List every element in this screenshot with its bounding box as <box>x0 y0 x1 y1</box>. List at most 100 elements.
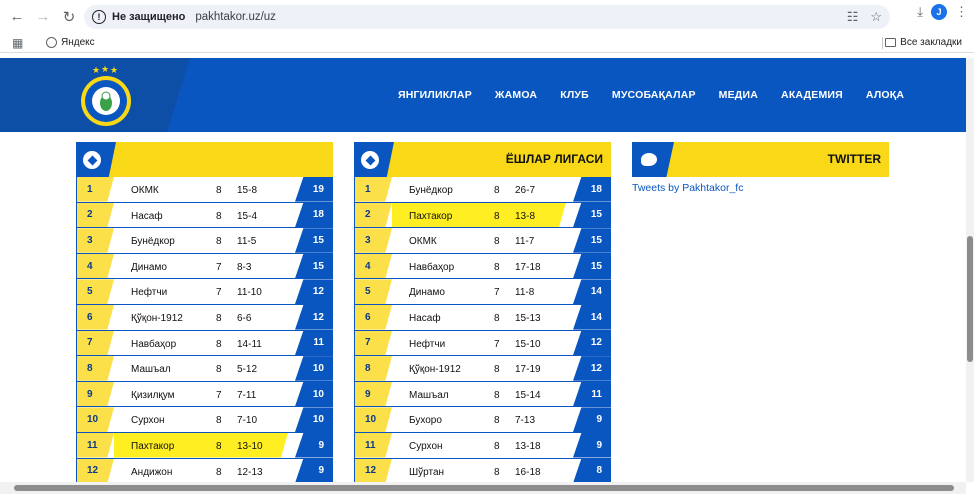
twitter-timeline-link[interactable]: Tweets by Pakhtakor_fc <box>632 182 743 194</box>
reload-icon[interactable]: ↻ <box>56 4 82 30</box>
team-cell[interactable]: Машъал <box>131 364 171 375</box>
url-text[interactable]: pakhtakor.uz/uz <box>195 11 276 23</box>
nav-item-academy[interactable]: АКАДЕМИЯ <box>781 89 843 101</box>
star-icon[interactable]: ☆ <box>870 9 882 25</box>
menu-icon[interactable]: ⋮ <box>955 4 968 20</box>
horizontal-scrollbar[interactable] <box>0 482 966 494</box>
scrollbar-thumb[interactable] <box>14 485 954 491</box>
team-cell[interactable]: Динамо <box>409 287 445 298</box>
table-row[interactable]: 12 Андижон 8 12-13 9 <box>77 458 333 485</box>
points-cell: 12 <box>295 304 333 330</box>
team-cell[interactable]: Машъал <box>409 390 449 401</box>
goals-cell: 7-10 <box>237 415 258 427</box>
address-bar[interactable]: ! Не защищено pakhtakor.uz/uz ☷ ☆ <box>84 5 890 29</box>
table-row[interactable]: 8 Машъал 8 5-12 10 <box>77 356 333 382</box>
goals-cell: 11-8 <box>515 287 535 299</box>
table-row[interactable]: 7 Навбаҳор 8 14-11 11 <box>77 330 333 357</box>
games-cell: 8 <box>494 261 500 273</box>
nav-item-media[interactable]: МЕДИА <box>719 89 758 101</box>
table-row[interactable]: 2 Пахтакор 8 13-8 15 <box>355 202 611 229</box>
standings-widget-senior: 1 ОКМК 8 15-8 19 2 Насаф 8 15-4 18 3 Бунёдкор 8 11-5 1… <box>76 142 333 485</box>
standings-table: 1 ОКМК 8 15-8 19 2 Насаф 8 15-4 18 3 Бунёдкор 8 11-5 1… <box>76 177 333 485</box>
team-cell[interactable]: Қўқон-1912 <box>131 313 183 324</box>
table-row[interactable]: 9 Машъал 8 15-14 11 <box>355 381 611 408</box>
points-cell: 8 <box>573 458 611 484</box>
back-icon[interactable]: ← <box>4 4 30 30</box>
table-row[interactable]: 1 ОКМК 8 15-8 19 <box>77 177 333 203</box>
table-row[interactable]: 4 Навбаҳор 8 17-18 15 <box>355 253 611 280</box>
team-cell[interactable]: Сурхон <box>131 415 165 426</box>
points-cell: 19 <box>295 177 333 202</box>
nav-item-team[interactable]: ЖАМОА <box>495 89 537 101</box>
table-row[interactable]: 12 Шўртан 8 16-18 8 <box>355 458 611 485</box>
table-row[interactable]: 5 Нефтчи 7 11-10 12 <box>77 279 333 305</box>
download-icon[interactable]: ⤓ <box>917 4 923 20</box>
table-row[interactable]: 3 Бунёдкор 8 11-5 15 <box>77 228 333 254</box>
team-cell[interactable]: Андижон <box>131 467 172 478</box>
points-cell: 14 <box>573 304 611 330</box>
table-row[interactable]: 8 Қўқон-1912 8 17-19 12 <box>355 356 611 382</box>
team-cell[interactable]: Пахтакор <box>409 211 452 222</box>
table-row[interactable]: 11 Пахтакор 8 13-10 9 <box>77 432 333 459</box>
table-row[interactable]: 3 ОКМК 8 11-7 15 <box>355 228 611 254</box>
table-row[interactable]: 6 Насаф 8 15-13 14 <box>355 304 611 331</box>
table-row[interactable]: 9 Қизилқум 7 7-11 10 <box>77 381 333 408</box>
forward-icon[interactable]: → <box>30 4 56 30</box>
position-cell: 5 <box>77 279 114 304</box>
games-cell: 8 <box>216 415 222 427</box>
table-row[interactable]: 7 Нефтчи 7 15-10 12 <box>355 330 611 357</box>
table-row[interactable]: 1 Бунёдкор 8 26-7 18 <box>355 177 611 203</box>
vertical-scrollbar[interactable] <box>966 58 974 482</box>
nav-item-club[interactable]: КЛУБ <box>560 89 589 101</box>
scrollbar-thumb[interactable] <box>967 236 973 362</box>
club-logo[interactable]: ★ ★ ★ <box>78 64 134 128</box>
nav-item-news[interactable]: ЯНГИЛИКЛАР <box>398 89 472 101</box>
team-cell[interactable]: Навбаҳор <box>409 262 454 273</box>
team-cell[interactable]: Навбаҳор <box>131 339 176 350</box>
security-label[interactable]: Не защищено <box>112 11 185 23</box>
table-row[interactable]: 4 Динамо 7 8-3 15 <box>77 253 333 280</box>
team-cell[interactable]: ОКМК <box>131 185 159 196</box>
goals-cell: 17-18 <box>515 261 541 273</box>
games-cell: 8 <box>216 338 222 350</box>
team-cell[interactable]: Пахтакор <box>131 441 174 452</box>
goals-cell: 15-14 <box>515 389 541 401</box>
avatar[interactable]: J <box>931 4 947 20</box>
team-cell[interactable]: Шўртан <box>409 467 444 478</box>
divider <box>882 37 883 49</box>
nav-item-contact[interactable]: АЛОҚА <box>866 89 904 101</box>
team-cell[interactable]: Қизилқум <box>131 390 175 401</box>
goals-cell: 11-7 <box>515 236 535 248</box>
all-bookmarks[interactable]: Все закладки <box>885 37 962 48</box>
points-cell: 14 <box>573 279 611 304</box>
team-cell[interactable]: Динамо <box>131 262 167 273</box>
team-cell[interactable]: Нефтчи <box>131 287 167 298</box>
games-cell: 8 <box>494 415 500 427</box>
nav-item-competitions[interactable]: МУСОБАҚАЛАР <box>612 89 696 101</box>
table-row[interactable]: 10 Бухоро 8 7-13 9 <box>355 407 611 433</box>
table-row[interactable]: 5 Динамо 7 11-8 14 <box>355 279 611 305</box>
team-cell[interactable]: Сурхон <box>409 441 443 452</box>
points-cell: 18 <box>573 177 611 202</box>
bookmark-yandex[interactable]: Яндекс <box>46 37 95 48</box>
team-cell[interactable]: Бунёдкор <box>409 185 453 196</box>
table-row[interactable]: 2 Насаф 8 15-4 18 <box>77 202 333 229</box>
position-cell: 6 <box>355 304 392 330</box>
team-cell[interactable]: Бухоро <box>409 415 442 426</box>
translate-icon[interactable]: ☷ <box>847 9 859 25</box>
team-cell[interactable]: Насаф <box>131 211 163 222</box>
team-cell[interactable]: Қўқон-1912 <box>409 364 461 375</box>
warning-icon[interactable]: ! <box>92 10 106 24</box>
table-row[interactable]: 6 Қўқон-1912 8 6-6 12 <box>77 304 333 331</box>
table-row[interactable]: 10 Сурхон 8 7-10 10 <box>77 407 333 433</box>
team-cell[interactable]: Насаф <box>409 313 441 324</box>
goals-cell: 11-10 <box>237 287 262 299</box>
position-cell: 9 <box>355 381 392 407</box>
browser-toolbar: ← → ↻ ! Не защищено pakhtakor.uz/uz ☷ ☆ … <box>0 0 974 33</box>
team-cell[interactable]: Бунёдкор <box>131 236 175 247</box>
points-cell: 10 <box>295 407 333 432</box>
team-cell[interactable]: Нефтчи <box>409 339 445 350</box>
table-row[interactable]: 11 Сурхон 8 13-18 9 <box>355 432 611 459</box>
apps-icon[interactable]: ▦ <box>12 36 23 50</box>
team-cell[interactable]: ОКМК <box>409 236 437 247</box>
